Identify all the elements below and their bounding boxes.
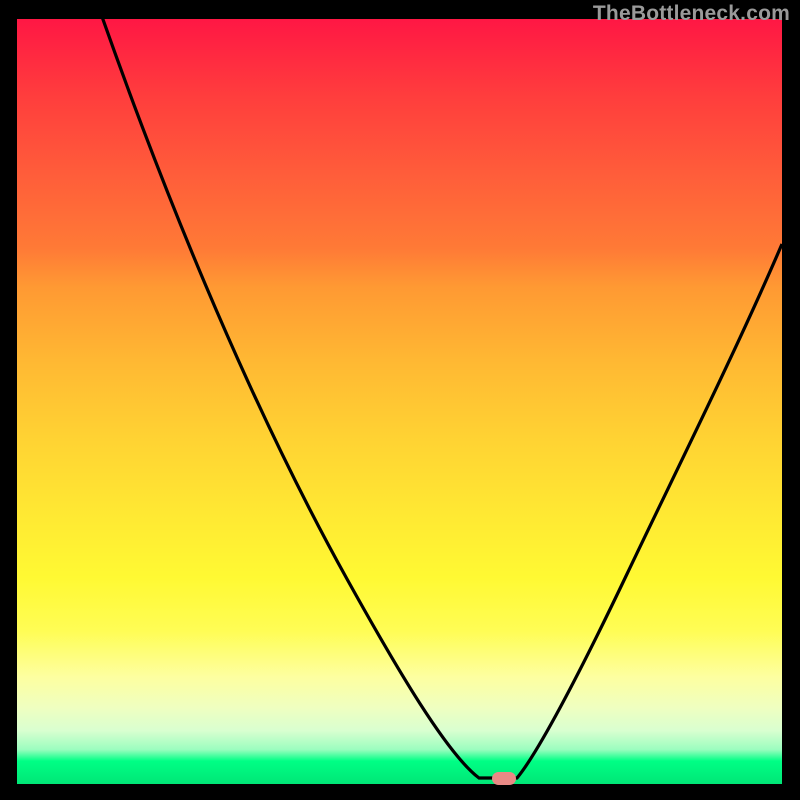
watermark-text: TheBottleneck.com: [593, 2, 790, 26]
chart-frame: TheBottleneck.com: [0, 0, 800, 800]
curve-path: [82, 19, 782, 778]
bottleneck-curve: [17, 19, 782, 784]
minimum-marker: [492, 772, 516, 785]
